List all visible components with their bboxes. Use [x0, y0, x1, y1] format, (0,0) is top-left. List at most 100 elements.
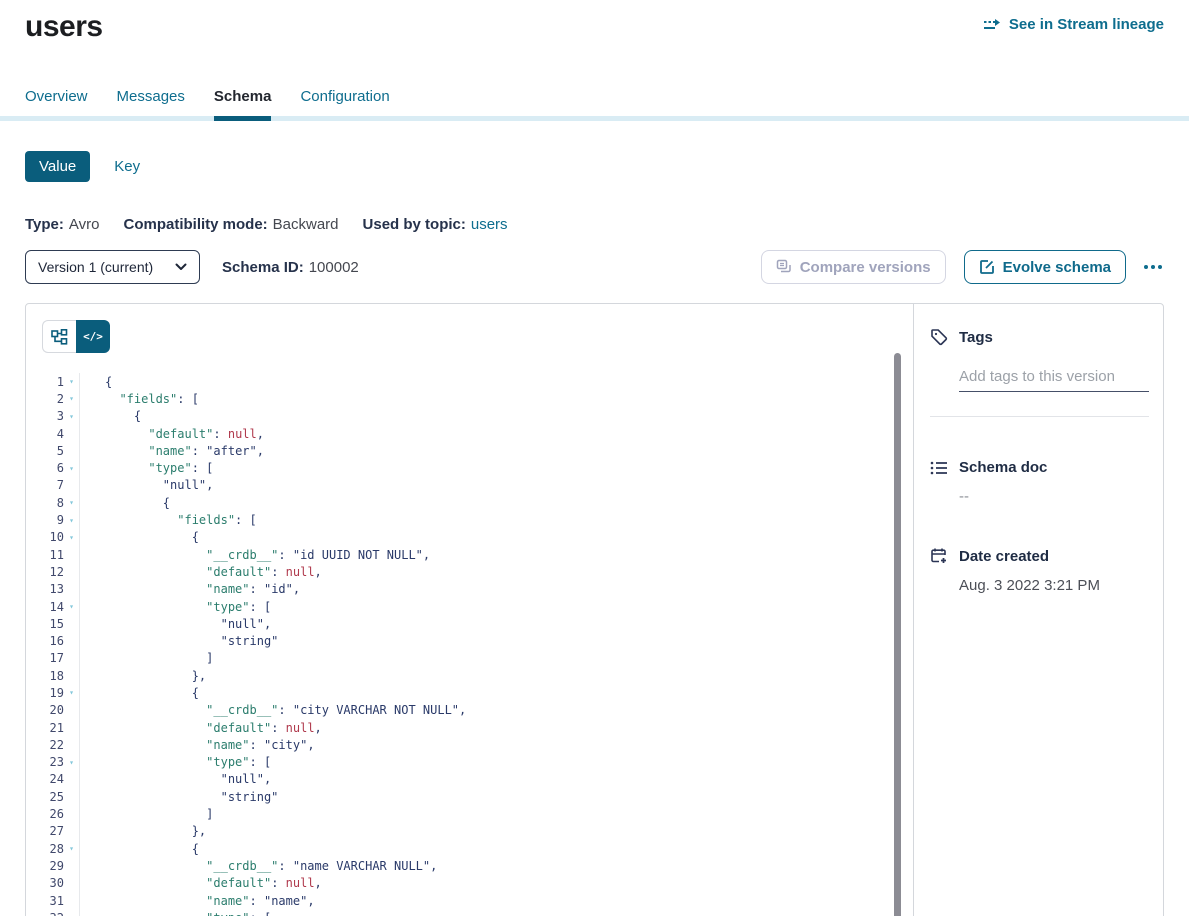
schema-id-label: Schema ID: [222, 259, 304, 276]
edit-icon [979, 259, 995, 275]
fold-arrow-icon[interactable]: ▾ [64, 394, 79, 403]
fold-arrow-icon[interactable]: ▾ [64, 602, 79, 611]
code-text: { [80, 530, 199, 544]
line-number: 27 [26, 824, 64, 838]
code-text: "__crdb__": "name VARCHAR NULL", [80, 859, 437, 873]
code-line: 31 "name": "name", [26, 892, 899, 909]
line-number: 21 [26, 721, 64, 735]
code-line: 3▾ { [26, 408, 899, 425]
tab-schema[interactable]: Schema [214, 88, 272, 121]
compatibility-field: Compatibility mode:Backward [123, 216, 338, 233]
code-text: "default": null, [80, 721, 322, 735]
line-number: 6 [26, 461, 64, 475]
line-number: 7 [26, 478, 64, 492]
code-line: 25 "string" [26, 788, 899, 805]
code-text: "string" [80, 634, 278, 648]
evolve-schema-button[interactable]: Evolve schema [964, 250, 1126, 284]
code-line: 21 "default": null, [26, 719, 899, 736]
fold-arrow-icon[interactable]: ▾ [64, 412, 79, 421]
fold-arrow-icon[interactable]: ▾ [64, 377, 79, 386]
code-text: "__crdb__": "city VARCHAR NOT NULL", [80, 703, 466, 717]
code-text: { [80, 496, 170, 510]
code-line: 7 "null", [26, 477, 899, 494]
calendar-plus-icon [930, 547, 948, 565]
fold-arrow-icon[interactable]: ▾ [64, 844, 79, 853]
code-icon: </> [83, 330, 103, 343]
line-number: 15 [26, 617, 64, 631]
page-title: users [25, 10, 103, 44]
code-line: 1▾{ [26, 373, 899, 390]
more-options-button[interactable] [1142, 259, 1164, 275]
code-view-button[interactable]: </> [76, 320, 110, 353]
code-text: "name": "after", [80, 444, 264, 458]
fold-arrow-icon[interactable]: ▾ [64, 533, 79, 542]
code-lines: 1▾{2▾ "fields": [3▾ { 4 "default": null, 5… [26, 373, 899, 916]
code-text: "type": [ [80, 911, 271, 916]
schema-doc-value: -- [959, 488, 1149, 505]
code-line: 27 }, [26, 823, 899, 840]
code-line: 12 "default": null, [26, 563, 899, 580]
fold-arrow-icon[interactable]: ▾ [64, 758, 79, 767]
fold-arrow-icon[interactable]: ▾ [64, 498, 79, 507]
code-line: 30 "default": null, [26, 875, 899, 892]
tag-icon [930, 328, 948, 346]
code-line: 29 "__crdb__": "name VARCHAR NULL", [26, 857, 899, 874]
value-key-toggle: Value Key [25, 151, 1164, 182]
fold-arrow-icon[interactable]: ▾ [64, 516, 79, 525]
line-number: 2 [26, 392, 64, 406]
code-line: 11 "__crdb__": "id UUID NOT NULL", [26, 546, 899, 563]
schema-sidebar: Tags Schema doc -- [914, 304, 1163, 916]
line-number: 16 [26, 634, 64, 648]
code-text: "name": "id", [80, 582, 300, 596]
line-number: 19 [26, 686, 64, 700]
line-number: 29 [26, 859, 64, 873]
line-number: 32 [26, 911, 64, 916]
code-text: "null", [80, 617, 271, 631]
code-line: 17 ] [26, 650, 899, 667]
code-text: "default": null, [80, 876, 322, 890]
code-text: ] [80, 807, 213, 821]
key-toggle-link[interactable]: Key [114, 158, 140, 175]
tab-bar: Overview Messages Schema Configuration [25, 88, 1164, 121]
code-line: 9▾ "fields": [ [26, 511, 899, 528]
used-by-topic-field: Used by topic:users [363, 216, 508, 233]
version-select[interactable]: Version 1 (current) [25, 250, 200, 284]
line-number: 12 [26, 565, 64, 579]
line-number: 5 [26, 444, 64, 458]
evolve-schema-label: Evolve schema [1003, 259, 1111, 276]
code-text: { [80, 686, 199, 700]
code-text: "type": [ [80, 600, 271, 614]
stream-lineage-label: See in Stream lineage [1009, 16, 1164, 33]
topic-link[interactable]: users [471, 216, 508, 233]
date-created-section: Date created Aug. 3 2022 3:21 PM [930, 547, 1149, 594]
code-line: 2▾ "fields": [ [26, 390, 899, 407]
line-number: 14 [26, 600, 64, 614]
code-text: "default": null, [80, 427, 264, 441]
see-in-stream-lineage-link[interactable]: See in Stream lineage [983, 10, 1164, 33]
sidebar-divider [930, 416, 1149, 417]
code-line: 26 ] [26, 805, 899, 822]
code-text: }, [80, 669, 206, 683]
code-line: 18 }, [26, 667, 899, 684]
code-line: 23▾ "type": [ [26, 754, 899, 771]
compatibility-label: Compatibility mode: [123, 216, 267, 233]
line-number: 13 [26, 582, 64, 596]
compare-versions-button[interactable]: Compare versions [761, 250, 946, 284]
line-number: 4 [26, 427, 64, 441]
compare-versions-label: Compare versions [800, 259, 931, 276]
tree-hierarchy-icon [51, 329, 68, 345]
line-number: 22 [26, 738, 64, 752]
value-toggle-button[interactable]: Value [25, 151, 90, 182]
code-line: 20 "__crdb__": "city VARCHAR NOT NULL", [26, 702, 899, 719]
add-tags-input[interactable] [959, 366, 1149, 392]
fold-arrow-icon[interactable]: ▾ [64, 464, 79, 473]
line-number: 24 [26, 772, 64, 786]
code-line: 8▾ { [26, 494, 899, 511]
code-line: 22 "name": "city", [26, 736, 899, 753]
code-text: "null", [80, 772, 271, 786]
editor-scrollbar-thumb[interactable] [894, 353, 901, 916]
code-line: 10▾ { [26, 529, 899, 546]
code-text: { [80, 842, 199, 856]
tree-view-button[interactable] [42, 320, 76, 353]
fold-arrow-icon[interactable]: ▾ [64, 688, 79, 697]
